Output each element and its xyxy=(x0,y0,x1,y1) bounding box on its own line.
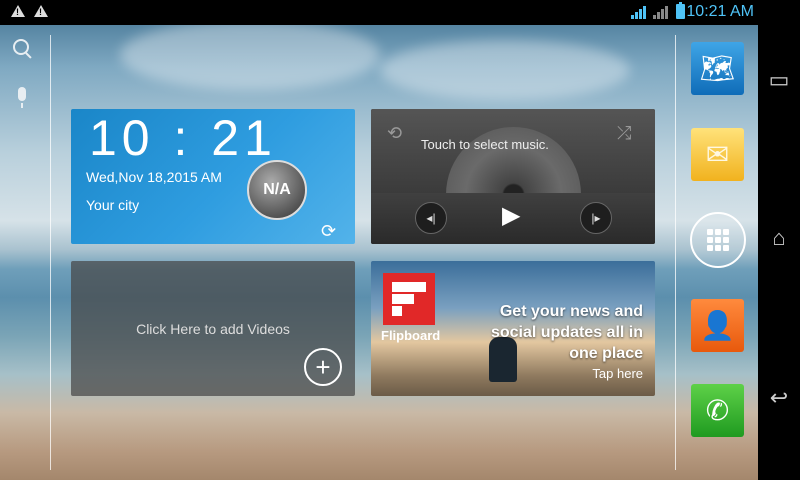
flipboard-logo xyxy=(383,273,435,325)
status-time-value: 10:21 xyxy=(686,3,727,20)
clock-weather-widget[interactable]: 10 : 21 Wed,Nov 18,2015 AM Your city N/A… xyxy=(71,109,355,244)
clock-time: 10 : 21 xyxy=(89,110,277,166)
flipboard-brand: Flipboard xyxy=(381,328,441,343)
flipboard-headline: Get your news and social updates all in … xyxy=(463,301,643,364)
person-icon: 👤 xyxy=(700,310,735,341)
signal-icon xyxy=(631,5,647,19)
right-divider xyxy=(675,35,676,470)
clock-date: Wed,Nov 18,2015 AM xyxy=(86,169,222,185)
video-widget[interactable]: Click Here to add Videos + xyxy=(71,261,355,396)
tap-here-link[interactable]: Tap here xyxy=(592,366,643,381)
left-search-bar xyxy=(0,25,50,480)
next-track-button[interactable]: |▸ xyxy=(580,202,612,234)
music-hint[interactable]: Touch to select music. xyxy=(421,137,549,152)
flipboard-widget[interactable]: Flipboard Get your news and social updat… xyxy=(371,261,655,396)
headline-line: social updates all in xyxy=(490,324,643,341)
signal-icon xyxy=(653,5,669,19)
music-widget[interactable]: ⟲ ⤮ Touch to select music. ◂| ▶ |▸ xyxy=(371,109,655,244)
messaging-icon[interactable]: ✉ xyxy=(691,128,744,181)
add-videos-label[interactable]: Click Here to add Videos xyxy=(71,321,355,337)
status-time-ampm: AM xyxy=(730,3,754,20)
warning-icon: ! xyxy=(34,5,48,17)
status-time: 10:21 AM xyxy=(686,3,754,21)
headline-line: one place xyxy=(569,345,643,362)
envelope-icon: ✉ xyxy=(705,139,730,170)
shuffle-icon[interactable]: ⤮ xyxy=(617,123,631,144)
handset-icon: ✆ xyxy=(705,395,730,426)
app-drawer-icon[interactable] xyxy=(690,212,746,268)
home-screen: 10 : 21 Wed,Nov 18,2015 AM Your city N/A… xyxy=(0,0,758,480)
warning-icon: ! xyxy=(11,5,25,17)
wallpaper-cloud xyxy=(380,40,630,100)
add-video-button[interactable]: + xyxy=(304,348,342,386)
recent-apps-icon[interactable]: ▭ xyxy=(764,65,794,95)
contacts-icon[interactable]: 👤 xyxy=(691,299,744,352)
clock-city[interactable]: Your city xyxy=(86,197,139,213)
previous-track-button[interactable]: ◂| xyxy=(415,202,447,234)
play-button[interactable]: ▶ xyxy=(502,201,520,230)
maps-icon[interactable]: 🗺 xyxy=(691,42,744,95)
phone-icon[interactable]: ✆ xyxy=(691,384,744,437)
weather-badge[interactable]: N/A xyxy=(247,160,307,220)
repeat-icon[interactable]: ⟲ xyxy=(387,123,402,144)
wallpaper-cloud xyxy=(120,20,380,90)
status-bar: ! ! 10:21 AM xyxy=(0,0,800,25)
navigation-bar: ▭ ⌂ ↩ xyxy=(758,25,800,480)
home-icon[interactable]: ⌂ xyxy=(764,223,794,253)
microphone-icon[interactable] xyxy=(18,87,26,108)
back-icon[interactable]: ↩ xyxy=(764,383,794,413)
world-map-icon: 🗺 xyxy=(699,53,736,84)
battery-icon xyxy=(676,2,685,19)
refresh-icon[interactable]: ⟳ xyxy=(321,221,336,242)
headline-line: Get your news and xyxy=(499,303,643,320)
left-divider xyxy=(50,35,51,470)
search-icon[interactable] xyxy=(13,39,29,55)
